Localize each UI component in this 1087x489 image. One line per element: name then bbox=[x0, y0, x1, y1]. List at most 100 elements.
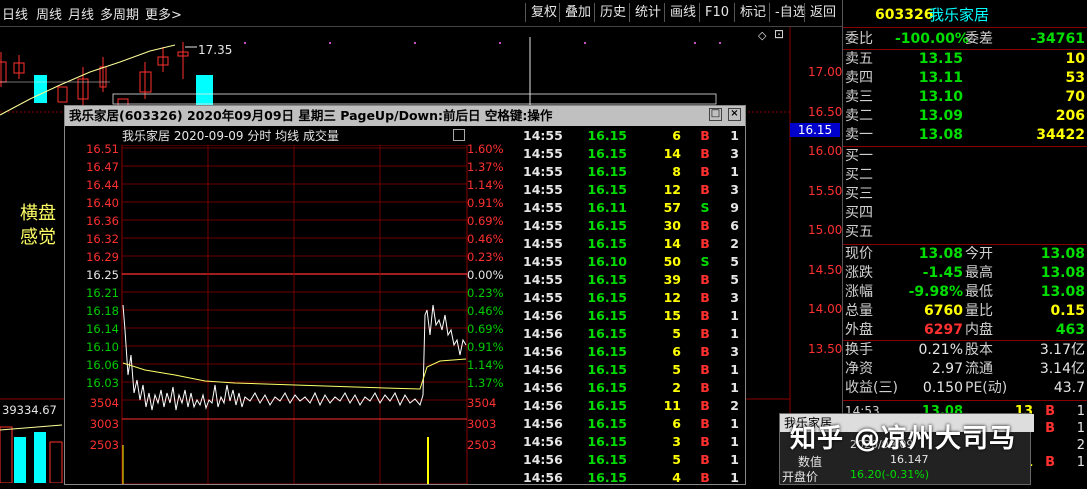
trade-ticks-list[interactable]: 14:55 16.15 6 B 1 14:55 16.15 14 B 3 14:55 16.15 8 B 1… bbox=[521, 127, 743, 485]
minute-pct-tick: 1.37% bbox=[467, 160, 504, 174]
minute-pct-tick: 0.46% bbox=[467, 304, 504, 318]
bid-row: 买一 bbox=[843, 147, 1087, 166]
current-price-tag: 16.15 bbox=[790, 123, 840, 137]
trade-time: 14:55 bbox=[523, 164, 563, 179]
expand-icon[interactable] bbox=[453, 129, 465, 141]
trade-volume: 3 bbox=[672, 434, 681, 449]
trade-time: 14:56 bbox=[523, 380, 563, 395]
trade-price: 16.15 bbox=[587, 146, 627, 161]
trade-direction: B bbox=[700, 380, 710, 395]
popup-titlebar[interactable]: 我乐家居(603326) 2020年09月09日 星期三 PageUp/Down… bbox=[65, 106, 745, 126]
ask-row: 卖三 13.10 70 bbox=[843, 88, 1087, 107]
minute-chart[interactable] bbox=[65, 145, 521, 484]
back-button[interactable]: 返回 bbox=[804, 3, 841, 22]
minute-price-tick: 16.40 bbox=[86, 196, 119, 210]
stat-label: 外盘 bbox=[845, 322, 873, 338]
trade-volume: 5 bbox=[672, 452, 681, 467]
stat-label: 最低 bbox=[965, 284, 993, 300]
stat-value: 13.08 bbox=[918, 246, 963, 262]
stock-header: 603326 我乐家居 bbox=[843, 6, 1087, 25]
stat-value: 6760 bbox=[924, 303, 963, 319]
fundamental-value: 2.97 bbox=[931, 361, 963, 377]
minute-price-tick: 16.32 bbox=[86, 232, 119, 246]
trade-volume: 5 bbox=[672, 326, 681, 341]
trade-volume: 14 bbox=[663, 146, 681, 161]
panel-toggle-icon[interactable]: ⊡ bbox=[774, 27, 784, 41]
trade-direction: B bbox=[700, 236, 710, 251]
trade-direction: B bbox=[700, 416, 710, 431]
trade-row: 14:55 16.15 12 B 3 bbox=[521, 289, 743, 307]
trade-direction: B bbox=[700, 326, 710, 341]
tab-multi-period[interactable]: 多周期 bbox=[100, 4, 139, 23]
trade-direction: B bbox=[700, 362, 710, 377]
trade-row: 14:56 16.15 11 B 2 bbox=[521, 397, 743, 415]
stat-row: 外盘 6297 内盘 463 bbox=[843, 321, 1087, 340]
trade-time: 14:56 bbox=[523, 434, 563, 449]
trade-time: 14:55 bbox=[523, 272, 563, 287]
trade-direction: B bbox=[700, 128, 710, 143]
trade-price: 16.11 bbox=[587, 200, 627, 215]
volume-tick: 2503 bbox=[467, 438, 497, 452]
trade-price: 16.15 bbox=[587, 326, 627, 341]
trade-volume: 14 bbox=[663, 236, 681, 251]
trade-count: 1 bbox=[730, 416, 739, 431]
trade-count: 1 bbox=[730, 308, 739, 323]
stat-label: 今开 bbox=[965, 246, 993, 262]
trade-time: 14:56 bbox=[523, 344, 563, 359]
close-icon[interactable]: × bbox=[728, 108, 741, 121]
tooltip-value: 16.20(-0.31%) bbox=[850, 468, 929, 481]
stock-name: 我乐家居 bbox=[929, 6, 990, 24]
bid-label: 买四 bbox=[845, 205, 873, 221]
tab-weekly[interactable]: 周线 bbox=[36, 4, 62, 23]
mini-chart-header: 我乐家居 2020-09-09 分时 均线 成交量 bbox=[65, 127, 520, 145]
fundamental-label: 股本 bbox=[965, 342, 993, 358]
price-axis-label: 15.50 bbox=[808, 184, 843, 198]
adjust-button[interactable]: 复权 bbox=[525, 3, 562, 22]
stat-label: 现价 bbox=[845, 246, 873, 262]
quote-panel: 603326 我乐家居 委比 -100.00% 委差 -34761 卖五 13.1… bbox=[842, 0, 1087, 483]
trade-direction: B bbox=[700, 470, 710, 485]
trade-price: 16.15 bbox=[587, 434, 627, 449]
trade-volume: 5 bbox=[672, 362, 681, 377]
tab-monthly[interactable]: 月线 bbox=[68, 4, 94, 23]
trade-count: 5 bbox=[730, 254, 739, 269]
minute-pct-tick: 0.23% bbox=[467, 286, 504, 300]
trade-price: 16.15 bbox=[587, 344, 627, 359]
stat-label: 总量 bbox=[845, 303, 873, 319]
intraday-popup[interactable]: 我乐家居(603326) 2020年09月09日 星期三 PageUp/Down… bbox=[64, 105, 746, 485]
watermark: 知乎 @凉州大司马 bbox=[790, 424, 1017, 454]
trade-volume: 50 bbox=[663, 254, 681, 269]
history-button[interactable]: 历史 bbox=[594, 3, 631, 22]
fundamental-label: 换手 bbox=[845, 342, 873, 358]
stats-button[interactable]: 统计 bbox=[629, 3, 666, 22]
bid-row: 买五 bbox=[843, 223, 1087, 242]
trade-row: 14:55 16.15 39 B 5 bbox=[521, 271, 743, 289]
minute-price-tick: 16.36 bbox=[86, 214, 119, 228]
minute-pct-tick: 1.37% bbox=[467, 376, 504, 390]
minute-pct-tick: 0.69% bbox=[467, 214, 504, 228]
trade-volume: 4 bbox=[672, 470, 681, 485]
stat-label: 内盘 bbox=[965, 322, 993, 338]
stat-label: 涨幅 bbox=[845, 284, 873, 300]
ask-row: 卖四 13.11 53 bbox=[843, 69, 1087, 88]
minute-pct-tick: 0.69% bbox=[467, 322, 504, 336]
stat-value: 0.15 bbox=[1050, 303, 1085, 319]
tab-more[interactable]: 更多> bbox=[145, 4, 182, 23]
trade-volume: 15 bbox=[663, 308, 681, 323]
diamond-icon[interactable]: ◇ bbox=[758, 29, 766, 42]
trade-price: 16.10 bbox=[587, 254, 627, 269]
stat-value: -9.98% bbox=[908, 284, 963, 300]
stat-value: 13.08 bbox=[1040, 284, 1085, 300]
f10-button[interactable]: F10 bbox=[699, 3, 734, 22]
minimize-icon[interactable]: □ bbox=[709, 108, 722, 121]
trade-direction: B bbox=[700, 164, 710, 179]
volume-tick: 2503 bbox=[89, 438, 119, 452]
tab-daily[interactable]: 日线 bbox=[2, 4, 28, 23]
trade-row: 14:56 16.15 3 B 1 bbox=[521, 433, 743, 451]
mark-button[interactable]: 标记 bbox=[734, 3, 771, 22]
overlay-button[interactable]: 叠加 bbox=[559, 3, 596, 22]
bid-row: 买二 bbox=[843, 166, 1087, 185]
draw-line-button[interactable]: 画线 bbox=[664, 3, 701, 22]
trade-volume: 6 bbox=[672, 344, 681, 359]
trade-price: 16.15 bbox=[587, 470, 627, 485]
